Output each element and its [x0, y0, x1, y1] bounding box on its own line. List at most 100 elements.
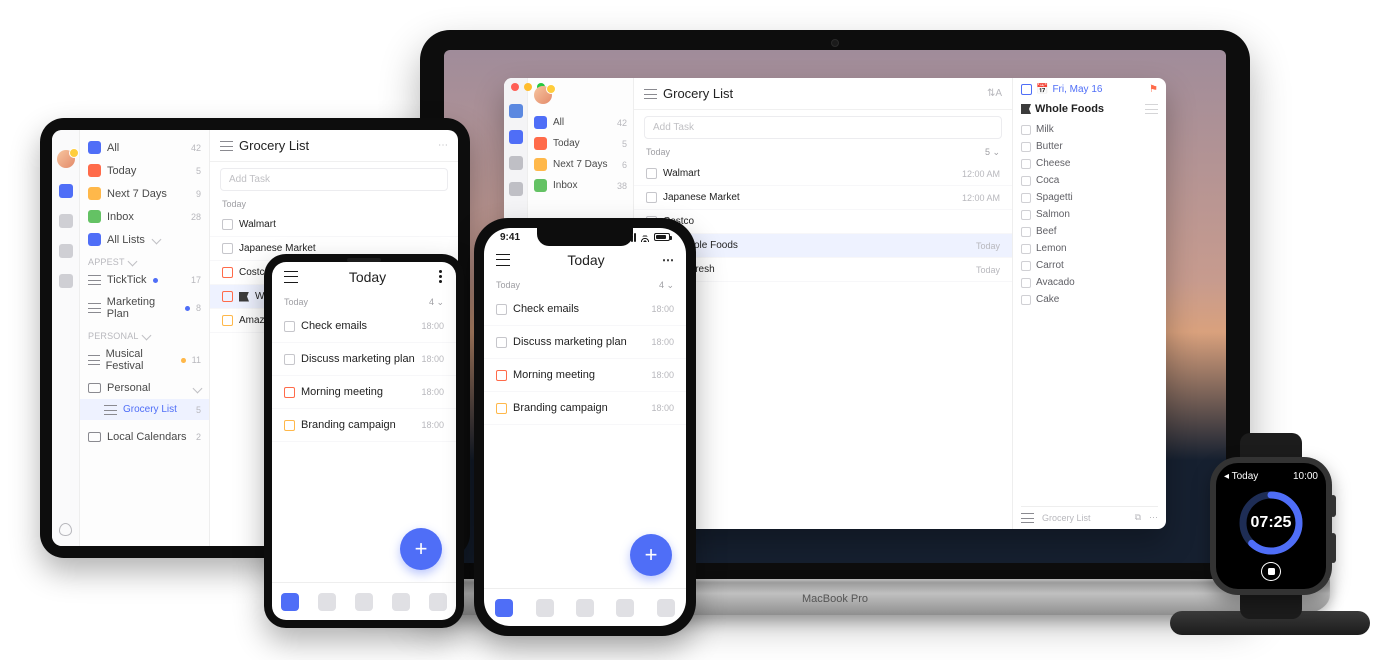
avatar[interactable] [57, 150, 75, 168]
sidebar-list[interactable]: Marketing Plan 8 [80, 291, 209, 325]
sidebar-list[interactable]: TickTick 17 [80, 269, 209, 291]
task-row[interactable]: Discuss marketing plan 18:00 [272, 343, 456, 376]
task-row[interactable]: Discuss marketing plan 18:00 [484, 326, 686, 359]
sidebar-calendars[interactable]: Local Calendars 2 [80, 426, 209, 448]
item-checkbox[interactable] [1021, 261, 1031, 271]
checklist-item[interactable]: Coca [1021, 172, 1158, 189]
task-checkbox[interactable] [284, 321, 295, 332]
task-checkbox[interactable] [496, 304, 507, 315]
parent-list-label[interactable]: Grocery List [1042, 513, 1091, 523]
task-row[interactable]: Check emails 18:00 [272, 310, 456, 343]
item-checkbox[interactable] [1021, 176, 1031, 186]
task-checkbox[interactable] [496, 370, 507, 381]
stop-button[interactable] [1261, 562, 1281, 581]
tab-habit[interactable] [616, 599, 634, 617]
item-checkbox[interactable] [1021, 210, 1031, 220]
checklist-item[interactable]: Spagetti [1021, 189, 1158, 206]
sidebar-all-lists[interactable]: All Lists [80, 228, 209, 251]
more-icon[interactable]: ⋯ [438, 140, 448, 151]
avatar-icon[interactable] [509, 104, 523, 118]
due-date[interactable]: 📅 Fri, May 16 ⚑ [1021, 84, 1158, 95]
bell-icon[interactable] [59, 523, 72, 536]
item-checkbox[interactable] [1021, 278, 1031, 288]
item-checkbox[interactable] [1021, 125, 1031, 135]
task-checkbox[interactable] [284, 354, 295, 365]
checklist-item[interactable]: Milk [1021, 121, 1158, 138]
checklist-item[interactable]: Avacado [1021, 274, 1158, 291]
checklist-item[interactable]: Cheese [1021, 155, 1158, 172]
tab-tasks[interactable] [495, 599, 513, 617]
task-row[interactable]: Morning meeting 18:00 [272, 376, 456, 409]
flag-icon[interactable]: ⚑ [1149, 84, 1158, 95]
tab-settings[interactable] [429, 593, 447, 611]
task-checkbox[interactable] [646, 168, 657, 179]
tasks-icon[interactable] [59, 184, 73, 198]
subtask-toggle-icon[interactable] [1145, 104, 1158, 114]
sidebar-list[interactable]: Musical Festival 11 [80, 343, 209, 377]
section-header[interactable]: Today 5 ⌄ [634, 139, 1012, 162]
sidebar-item[interactable]: All42 [528, 112, 633, 133]
menu-icon[interactable] [496, 254, 510, 266]
task-checkbox[interactable] [222, 267, 233, 278]
task-checkbox[interactable] [646, 192, 657, 203]
task-checkbox[interactable] [222, 315, 233, 326]
item-checkbox[interactable] [1021, 193, 1031, 203]
tab-calendar[interactable] [318, 593, 336, 611]
checklist-item[interactable]: Lemon [1021, 240, 1158, 257]
avatar[interactable] [534, 86, 552, 104]
task-checkbox[interactable] [284, 387, 295, 398]
checklist-item[interactable]: Butter [1021, 138, 1158, 155]
more-icon[interactable]: ⋯ [1149, 512, 1158, 523]
checkbox-icon[interactable] [1021, 84, 1032, 95]
more-icon[interactable]: ⋯ [662, 253, 674, 267]
tab-pomo[interactable] [355, 593, 373, 611]
task-row[interactable]: Japanese Market 12:00 AM [634, 186, 1012, 210]
tab-tasks[interactable] [281, 593, 299, 611]
task-row[interactable]: Branding campaign 18:00 [484, 392, 686, 425]
task-row[interactable]: Branding campaign 18:00 [272, 409, 456, 442]
checklist-item[interactable]: Beef [1021, 223, 1158, 240]
item-checkbox[interactable] [1021, 142, 1031, 152]
sidebar-item[interactable]: Today5 [80, 159, 209, 182]
search-icon[interactable] [59, 274, 73, 288]
sidebar-item[interactable]: Next 7 Days6 [528, 154, 633, 175]
sidebar-group-header[interactable]: APPEST [80, 251, 209, 269]
item-checkbox[interactable] [1021, 159, 1031, 169]
pomo-icon[interactable] [59, 244, 73, 258]
item-checkbox[interactable] [1021, 227, 1031, 237]
tab-calendar[interactable] [536, 599, 554, 617]
back-link[interactable]: ◂ Today [1224, 471, 1258, 482]
sidebar-item[interactable]: Next 7 Days9 [80, 182, 209, 205]
task-row[interactable]: Walmart 12:00 AM [634, 162, 1012, 186]
sort-button[interactable]: ⇅A [987, 88, 1002, 99]
task-checkbox[interactable] [222, 243, 233, 254]
sidebar-group-header[interactable]: Personal [80, 325, 209, 343]
task-row[interactable]: Morning meeting 18:00 [484, 359, 686, 392]
sidebar-list[interactable]: Grocery List 5 [80, 399, 209, 420]
add-task-fab[interactable]: + [630, 534, 672, 576]
tab-settings[interactable] [657, 599, 675, 617]
section-header[interactable]: Today 4 ⌄ [484, 274, 686, 293]
checklist-item[interactable]: Carrot [1021, 257, 1158, 274]
task-row[interactable]: Walmart [210, 213, 458, 237]
sidebar-item[interactable]: All42 [80, 136, 209, 159]
more-icon[interactable] [437, 268, 444, 285]
checklist-item[interactable]: Salmon [1021, 206, 1158, 223]
tab-search[interactable] [392, 593, 410, 611]
sidebar-item[interactable]: Inbox38 [528, 175, 633, 196]
calendar-icon[interactable] [59, 214, 73, 228]
task-checkbox[interactable] [222, 219, 233, 230]
task-checkbox[interactable] [284, 420, 295, 431]
tab-pomo[interactable] [576, 599, 594, 617]
sidebar-list[interactable]: Personal [80, 377, 209, 399]
item-checkbox[interactable] [1021, 295, 1031, 305]
task-checkbox[interactable] [496, 403, 507, 414]
search-icon[interactable] [509, 182, 523, 196]
add-task-input[interactable]: Add Task [644, 116, 1002, 139]
menu-icon[interactable] [284, 271, 298, 283]
sidebar-item[interactable]: Today5 [528, 133, 633, 154]
task-checkbox[interactable] [496, 337, 507, 348]
section-header[interactable]: Today 4 ⌄ [272, 291, 456, 310]
add-task-fab[interactable]: + [400, 528, 442, 570]
task-row[interactable]: Check emails 18:00 [484, 293, 686, 326]
